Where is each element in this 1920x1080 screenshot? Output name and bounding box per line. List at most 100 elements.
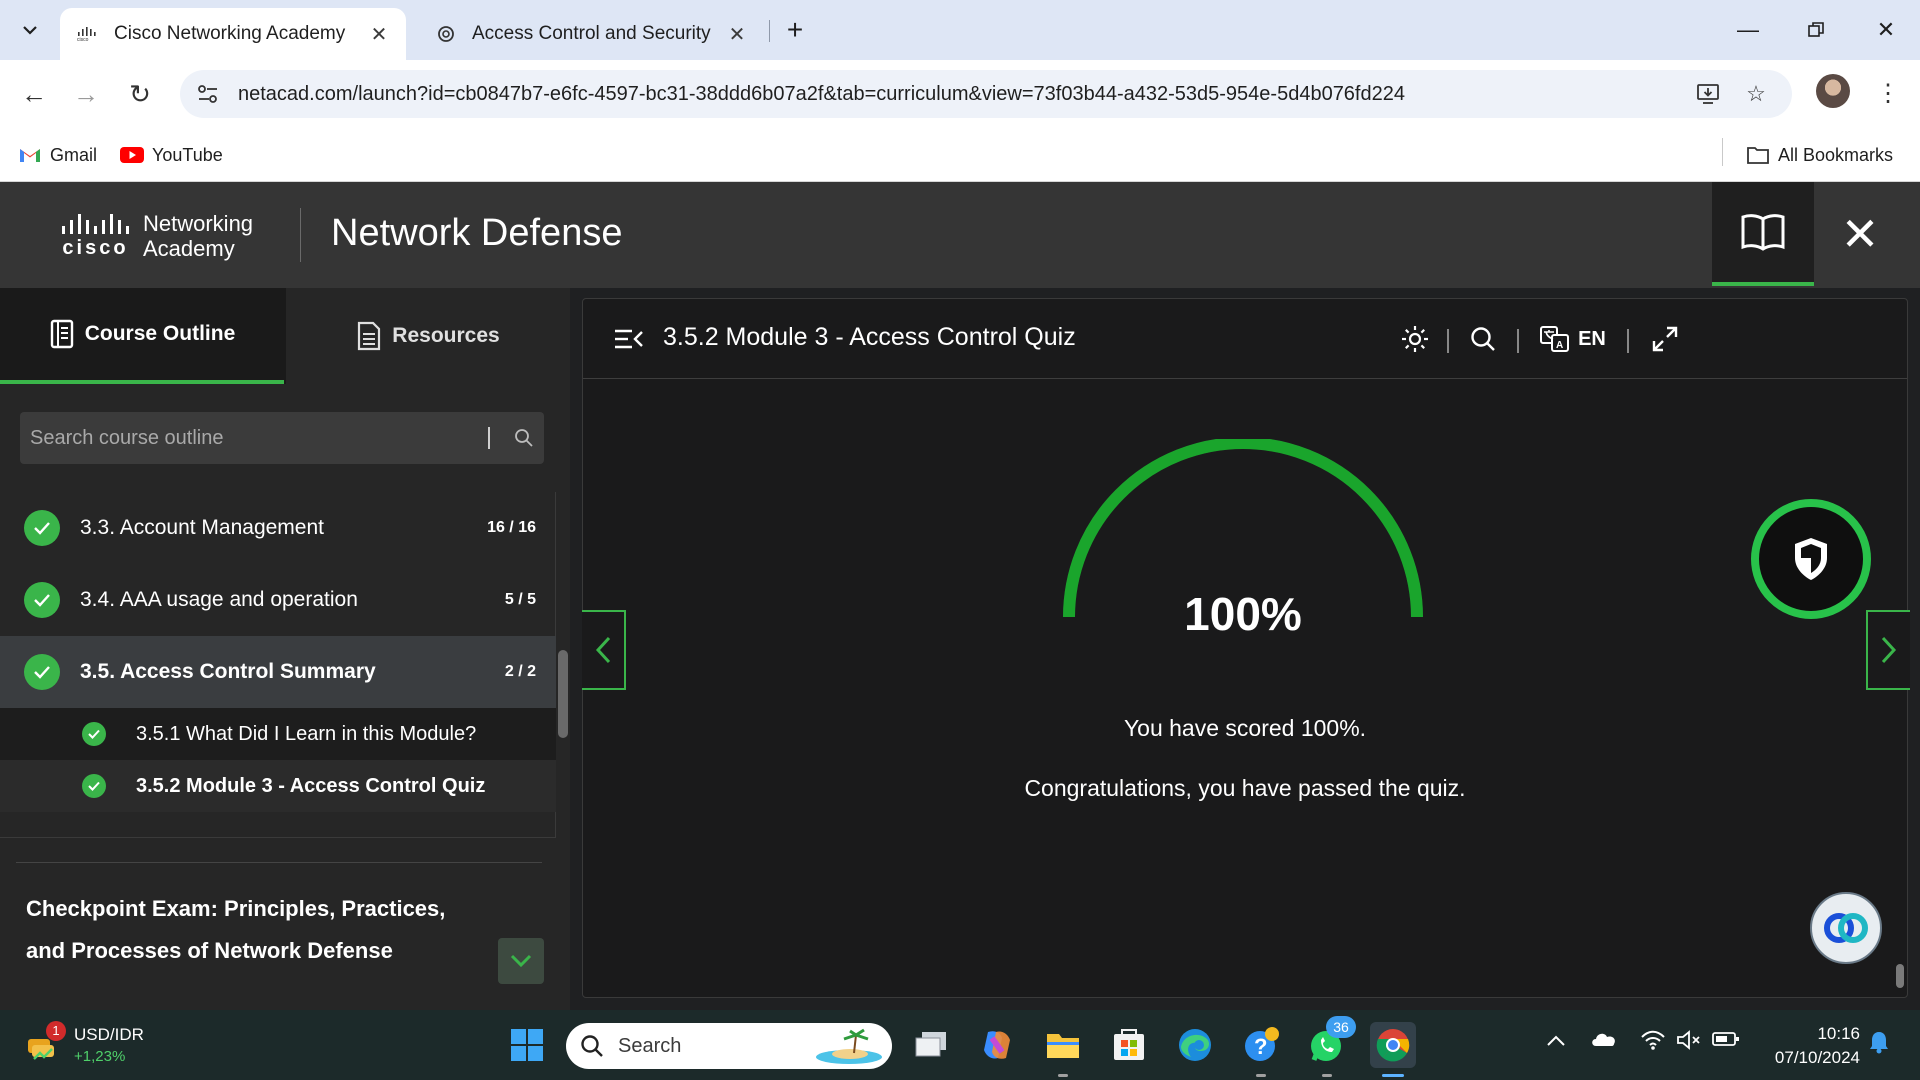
browser-menu-icon[interactable]: ⋮ — [1876, 74, 1900, 114]
whatsapp-icon[interactable]: 36 — [1304, 1016, 1356, 1068]
bookmarks-separator — [1722, 138, 1723, 166]
all-bookmarks-label: All Bookmarks — [1778, 144, 1894, 165]
wifi-icon[interactable] — [1640, 1030, 1666, 1056]
running-indicator — [1322, 1074, 1332, 1077]
tab-title: Access Control and Security — [472, 23, 711, 44]
book-button[interactable] — [1712, 182, 1814, 286]
outline-item-label: 3.3. Account Management — [80, 516, 324, 539]
header-divider — [300, 208, 301, 262]
all-bookmarks[interactable]: All Bookmarks — [1746, 140, 1893, 170]
close-tab-icon[interactable]: ✕ — [368, 22, 390, 47]
close-course-icon[interactable]: ✕ — [1830, 204, 1890, 264]
onedrive-cloud-icon[interactable] — [1590, 1030, 1618, 1054]
outline-icon — [49, 319, 75, 349]
brightness-icon[interactable] — [1395, 319, 1435, 359]
chrome-icon[interactable] — [1370, 1022, 1416, 1068]
content-scrollbar[interactable] — [1896, 964, 1904, 988]
tab-separator — [769, 20, 770, 42]
translate-icon: A — [1540, 326, 1570, 352]
task-view-icon[interactable] — [908, 1022, 954, 1068]
taskbar: 1 USD/IDR +1,23% Search ? 36 10:16 07/10… — [0, 1010, 1920, 1080]
fullscreen-icon[interactable] — [1645, 319, 1685, 359]
bookmark-star-icon[interactable]: ☆ — [1736, 74, 1776, 114]
sidebar-tabs: Course Outline Resources — [0, 288, 570, 384]
back-arrow-icon[interactable]: ← — [14, 74, 54, 114]
outline-item-3-5[interactable]: 3.5. Access Control Summary 2 / 2 — [0, 636, 556, 708]
new-tab-icon[interactable]: + — [780, 14, 810, 46]
minimize-icon[interactable]: — — [1728, 10, 1768, 50]
language-selector[interactable]: A EN — [1535, 319, 1611, 359]
help-icon[interactable]: ? — [1238, 1022, 1284, 1068]
system-clock[interactable]: 10:16 07/10/2024 — [1750, 1022, 1860, 1070]
install-app-icon[interactable] — [1688, 74, 1728, 114]
forward-arrow-icon[interactable]: → — [66, 74, 106, 114]
search-icon[interactable] — [1463, 319, 1503, 359]
outline-item-label: 3.4. AAA usage and operation — [80, 588, 358, 611]
currency-widget[interactable]: 1 USD/IDR +1,23% — [24, 1018, 144, 1072]
next-page-button[interactable] — [1866, 610, 1910, 690]
chevron-down-icon — [510, 954, 532, 968]
tab-search-chevron-icon[interactable] — [10, 12, 50, 48]
ai-assistant-button[interactable] — [1810, 892, 1882, 964]
completed-check-icon — [24, 654, 60, 690]
notification-bell-icon[interactable] — [1868, 1030, 1890, 1060]
microsoft-store-icon[interactable] — [1106, 1022, 1152, 1068]
sidebar-divider — [16, 862, 542, 863]
score-percentage: 100% — [1184, 588, 1302, 640]
previous-page-button[interactable] — [582, 610, 626, 690]
outline-item-3-4[interactable]: 3.4. AAA usage and operation 5 / 5 — [0, 564, 556, 636]
active-indicator — [1382, 1074, 1404, 1077]
restore-icon[interactable] — [1796, 10, 1836, 50]
cisco-networking-academy-logo[interactable]: cisco Networking Academy — [62, 208, 253, 264]
ai-assistant-icon — [1824, 913, 1868, 943]
search-icon[interactable] — [504, 428, 544, 448]
battery-icon[interactable] — [1712, 1030, 1740, 1054]
reload-icon[interactable]: ↻ — [120, 74, 160, 114]
bookmarks-bar: Gmail YouTube All Bookmarks — [0, 128, 1920, 182]
outline-search — [20, 412, 544, 464]
tab-access-control-and-security[interactable]: Access Control and Security ✕ — [418, 8, 764, 60]
bookmark-gmail[interactable]: Gmail — [18, 140, 97, 170]
logo-text: Networking Academy — [143, 211, 254, 261]
tab-course-outline[interactable]: Course Outline — [0, 288, 284, 384]
sidebar-scrollbar[interactable] — [558, 650, 568, 738]
outline-item-count: 2 / 2 — [504, 663, 536, 680]
file-explorer-icon[interactable] — [1040, 1022, 1086, 1068]
tab-title: Cisco Networking Academy — [114, 23, 346, 44]
pass-message: Congratulations, you have passed the qui… — [1024, 775, 1466, 801]
course-title: Network Defense — [331, 212, 623, 254]
language-label: EN — [1578, 327, 1606, 350]
content-title: 3.5.2 Module 3 - Access Control Quiz — [663, 323, 1076, 351]
bookmark-youtube[interactable]: YouTube — [120, 140, 223, 170]
copilot-icon[interactable] — [974, 1022, 1020, 1068]
search-icon — [581, 1035, 603, 1057]
edge-browser-icon[interactable] — [1172, 1022, 1218, 1068]
close-window-icon[interactable]: ✕ — [1866, 10, 1906, 50]
site-settings-icon[interactable] — [188, 74, 228, 114]
document-icon — [356, 321, 382, 351]
volume-muted-icon[interactable] — [1676, 1030, 1702, 1056]
tab-resources[interactable]: Resources — [286, 288, 570, 384]
address-bar[interactable]: netacad.com/launch?id=cb0847b7-e6fc-4597… — [180, 70, 1792, 118]
profile-avatar[interactable] — [1816, 74, 1850, 108]
taskbar-search[interactable]: Search — [566, 1023, 892, 1069]
cisco-logo-icon: cisco — [62, 212, 129, 260]
windows-start-icon[interactable] — [504, 1022, 550, 1068]
gmail-icon — [18, 145, 42, 165]
show-hidden-icons-chevron-icon[interactable] — [1546, 1030, 1566, 1053]
completed-check-icon — [82, 722, 106, 746]
chevron-right-icon — [1881, 636, 1897, 664]
outline-list: 3.3. Account Management 16 / 16 3.4. AAA… — [0, 492, 556, 838]
collapse-menu-icon[interactable] — [611, 321, 647, 357]
tab-cisco-networking-academy[interactable]: cisco Cisco Networking Academy ✕ — [60, 8, 406, 60]
expand-checkpoint-button[interactable] — [498, 938, 544, 984]
checkpoint-exam-title[interactable]: Checkpoint Exam: Principles, Practices, … — [26, 888, 476, 972]
outline-subitem-3-5-1[interactable]: 3.5.1 What Did I Learn in this Module? — [0, 708, 556, 760]
toolbar-divider — [1447, 329, 1449, 353]
content-header: 3.5.2 Module 3 - Access Control Quiz A E… — [583, 299, 1907, 379]
search-input[interactable] — [30, 426, 488, 450]
search-divider — [488, 427, 490, 449]
close-tab-icon[interactable]: ✕ — [726, 22, 748, 47]
outline-subitem-3-5-2[interactable]: 3.5.2 Module 3 - Access Control Quiz — [0, 760, 556, 812]
outline-item-3-3[interactable]: 3.3. Account Management 16 / 16 — [0, 492, 556, 564]
